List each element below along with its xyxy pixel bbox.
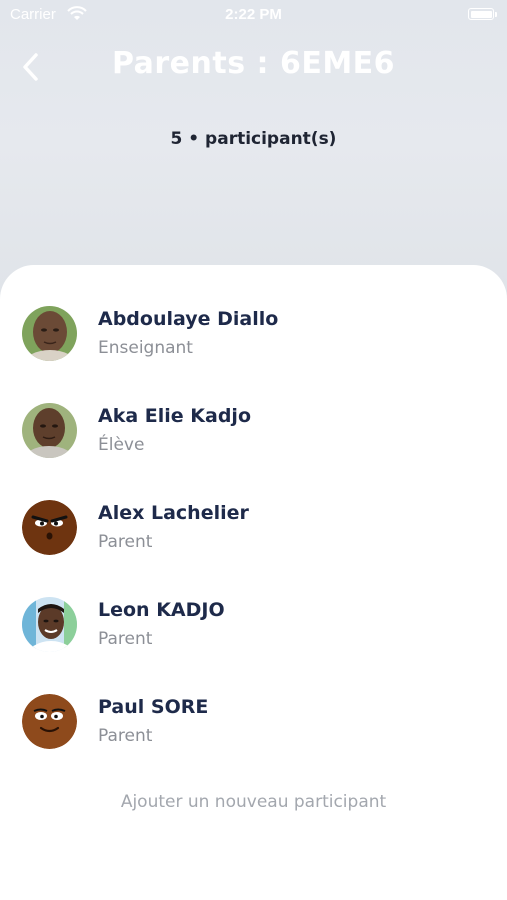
participant-name: Abdoulaye Diallo — [98, 308, 279, 330]
cartoon-smile-avatar — [22, 694, 77, 749]
participant-name: Leon KADJO — [98, 599, 225, 621]
participant-item[interactable]: Leon KADJO Parent — [0, 597, 507, 677]
avatar — [22, 500, 77, 555]
cartoon-angry-avatar — [22, 500, 77, 555]
participant-role: Parent — [98, 726, 153, 746]
battery-icon — [468, 8, 494, 20]
battery-tip — [495, 12, 497, 17]
avatar — [22, 694, 77, 749]
clock: 2:22 PM — [225, 6, 282, 23]
avatar — [22, 306, 77, 361]
avatar — [22, 403, 77, 458]
page-title: Parents : 6EME6 — [111, 46, 396, 81]
participant-role: Élève — [98, 435, 145, 455]
avatar-photo — [22, 597, 77, 652]
participant-role: Parent — [98, 629, 153, 649]
participant-count: 5 • participant(s) — [170, 129, 337, 149]
participant-role: Parent — [98, 532, 153, 552]
status-bar: Carrier 2:22 PM — [0, 0, 507, 30]
add-participant-button[interactable]: Ajouter un nouveau participant — [0, 792, 507, 812]
participant-name: Alex Lachelier — [98, 502, 249, 524]
participant-role: Enseignant — [98, 338, 193, 358]
participant-item[interactable]: Abdoulaye Diallo Enseignant — [0, 306, 507, 386]
participant-item[interactable]: Aka Elie Kadjo Élève — [0, 403, 507, 483]
participant-item[interactable]: Alex Lachelier Parent — [0, 500, 507, 580]
participant-name: Aka Elie Kadjo — [98, 405, 251, 427]
participant-name: Paul SORE — [98, 696, 209, 718]
avatar — [22, 597, 77, 652]
avatar-photo — [22, 306, 77, 361]
avatar-photo — [22, 403, 77, 458]
participant-item[interactable]: Paul SORE Parent — [0, 694, 507, 774]
